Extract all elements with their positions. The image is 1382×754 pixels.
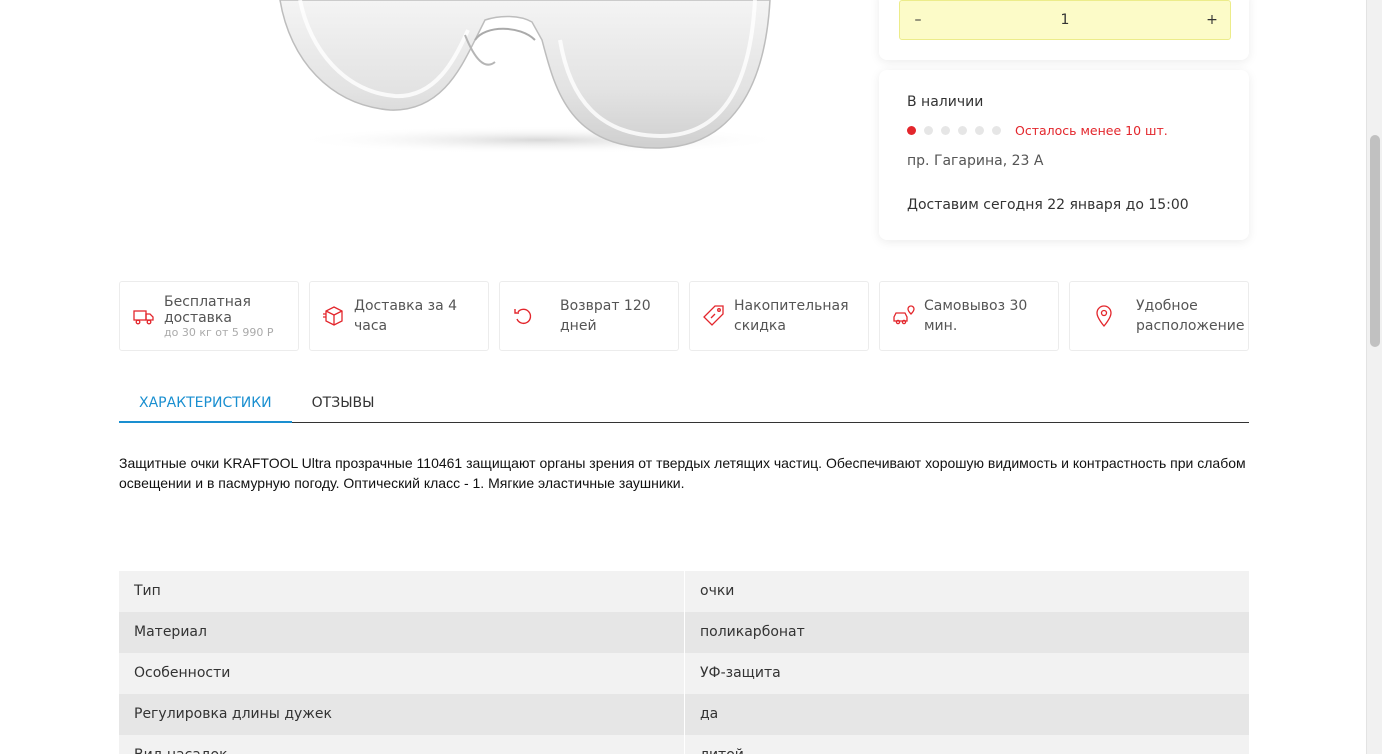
stock-level: Осталось менее 10 шт. — [907, 122, 1221, 138]
spec-name: Тип — [134, 583, 161, 599]
features-row: Бесплатная доставка до 30 кг от 5 990 Р … — [119, 281, 1249, 351]
availability-card: В наличии Осталось менее 10 шт. пр. Гага… — [879, 70, 1249, 240]
delivery-estimate: Доставим сегодня 22 января до 15:00 — [907, 197, 1189, 213]
quantity-stepper: – 1 + — [899, 0, 1231, 40]
table-row: Регулировка длины дужек да — [119, 694, 1249, 735]
feature-discount[interactable]: Накопительная скидка — [689, 281, 869, 351]
stock-level-dot — [907, 125, 916, 135]
table-row: Материал поликарбонат — [119, 612, 1249, 653]
availability-title: В наличии — [907, 94, 984, 110]
stock-level-dot — [992, 125, 1001, 135]
safety-goggles-image — [279, 0, 790, 154]
spec-value: да — [684, 694, 1249, 735]
feature-pickup[interactable]: Самовывоз 30 мин. — [879, 281, 1059, 351]
scrollbar-thumb[interactable] — [1370, 135, 1380, 347]
feature-title: Удобное расположение — [1136, 298, 1245, 334]
feature-delivery-4h[interactable]: Доставка за 4 часа — [309, 281, 489, 351]
feature-subtitle: до 30 кг от 5 990 Р — [164, 325, 274, 339]
spec-name: Вид насадок — [119, 735, 684, 754]
quantity-value[interactable]: 1 — [936, 12, 1194, 28]
table-row: Вид насадок литой — [119, 735, 1249, 754]
feature-location[interactable]: Удобное расположение — [1069, 281, 1249, 351]
stock-left-text: Осталось менее 10 шт. — [1015, 122, 1168, 138]
feature-title: Накопительная скидка — [734, 298, 849, 334]
spec-name: Материал — [134, 624, 207, 640]
feature-return[interactable]: Возврат 120 дней — [499, 281, 679, 351]
discount-tag-icon — [702, 304, 726, 328]
feature-title: Возврат 120 дней — [560, 298, 651, 334]
spec-value: поликарбонат — [684, 612, 1249, 653]
feature-free-delivery[interactable]: Бесплатная доставка до 30 кг от 5 990 Р — [119, 281, 299, 351]
stock-level-dot — [975, 125, 984, 135]
tab-reviews[interactable]: ОТЗЫВЫ — [292, 383, 395, 423]
quantity-card: – 1 + — [879, 0, 1249, 60]
spec-name: Особенности — [134, 665, 231, 681]
return-icon — [512, 304, 536, 328]
stock-level-dot — [958, 125, 967, 135]
table-row: Тип очки — [119, 571, 1249, 612]
feature-title: Бесплатная доставка — [164, 293, 251, 326]
truck-icon — [132, 304, 156, 328]
stock-level-dot — [941, 125, 950, 135]
product-tabs: ХАРАКТЕРИСТИКИ ОТЗЫВЫ — [119, 383, 1249, 423]
tab-characteristics[interactable]: ХАРАКТЕРИСТИКИ — [119, 383, 292, 423]
stock-level-dot — [924, 125, 933, 135]
table-row: Особенности УФ-защита — [119, 653, 1249, 694]
decrease-quantity-button[interactable]: – — [900, 1, 936, 39]
product-description: Защитные очки KRAFTOOL Ultra прозрачные … — [119, 455, 1246, 491]
product-image[interactable] — [270, 0, 810, 160]
increase-quantity-button[interactable]: + — [1194, 1, 1230, 39]
box-icon — [322, 304, 346, 328]
feature-title: Самовывоз 30 мин. — [924, 298, 1028, 334]
location-pin-icon — [1092, 304, 1116, 328]
feature-title: Доставка за 4 часа — [354, 298, 458, 334]
car-pickup-icon — [892, 304, 916, 328]
spec-value: очки — [684, 571, 1249, 612]
specs-table: Тип очки Материал поликарбонат Особеннос… — [119, 571, 1249, 754]
spec-value: литой — [684, 735, 1249, 754]
store-address[interactable]: пр. Гагарина, 23 А — [907, 153, 1221, 169]
spec-value: УФ-защита — [684, 653, 1249, 694]
spec-name: Регулировка длины дужек — [134, 706, 332, 722]
page-scrollbar[interactable] — [1366, 0, 1382, 754]
stock-level-dots — [907, 125, 1009, 135]
